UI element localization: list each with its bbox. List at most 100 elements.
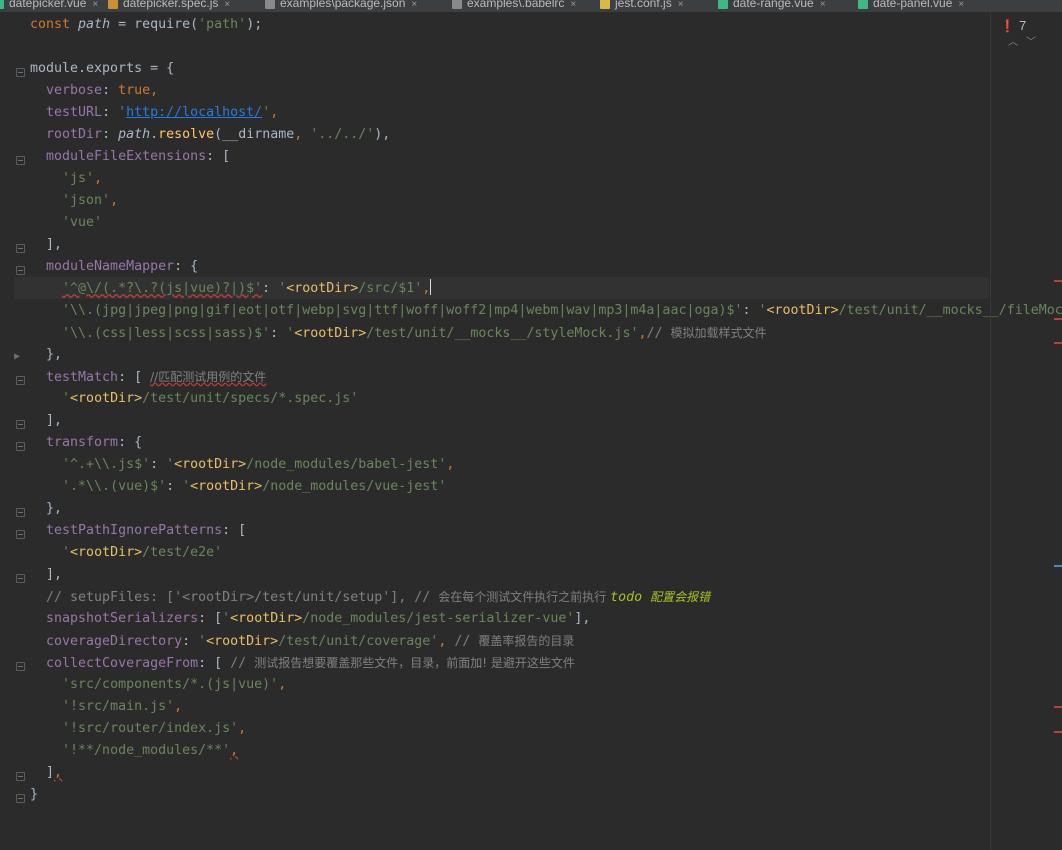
inspection-widget[interactable]: ❗ 7︿ ﹀ [1000,18,1062,48]
code-token: /test/unit/coverage' [278,634,439,649]
code-line: '.*\\.(vue)$': '<rootDir>/node_modules/v… [30,476,446,498]
fold-marker-icon[interactable] [16,68,25,77]
code-line: '\\.(css|less|scss|sass)$': '<rootDir>/t… [30,322,766,344]
config-file-icon [452,0,462,9]
code-token: const [30,17,79,32]
fold-marker-icon[interactable] [16,376,25,385]
code-token: 'vue' [62,215,103,230]
code-line: }, [30,498,62,520]
code-token: : [ [118,370,151,385]
code-token: ], [30,567,63,582]
code-token: , [270,105,279,120]
close-icon[interactable]: × [678,0,684,10]
scrollbar-error-mark[interactable] [1054,318,1062,320]
code-token: <rootDir> [190,479,263,494]
code-token: : [150,457,167,472]
close-icon[interactable]: × [411,0,417,10]
code-line: '!src/main.js', [30,696,182,718]
code-token: '!src/router/index.js' [62,721,239,736]
code-token: '../../' [310,127,375,142]
code-token: snapshotSerializers [46,611,199,626]
close-icon[interactable]: × [570,0,576,10]
close-icon[interactable]: × [92,0,98,10]
tab-label: date-range.vue [733,0,814,10]
fold-marker-icon[interactable] [16,794,25,803]
code-token: : [102,105,119,120]
tab-5[interactable]: date-range.vue × [718,0,826,12]
tab-0[interactable]: datepicker.vue × [0,0,98,12]
code-token: 'path' [198,17,247,32]
code-token: ' [182,479,191,494]
code-token: ], [574,611,591,626]
fold-marker-icon[interactable] [16,244,25,253]
scrollbar-error-mark[interactable] [1054,342,1062,344]
code-token: //匹配测试用例的文件 [150,370,267,384]
code-token: : [ [198,611,223,626]
code-token: ' [198,634,207,649]
code-token: <rootDir> [174,457,247,472]
code-token: ); [246,17,263,32]
scrollbar-error-mark[interactable] [1054,706,1062,708]
code-line: '^.+\\.js$': '<rootDir>/node_modules/bab… [30,454,454,476]
code-token: 会在每个测试文件执行之前执行 [438,590,611,604]
tab-3[interactable]: examples\.babelrc × [452,0,576,12]
fold-marker-icon[interactable] [16,156,25,165]
code-line: '<rootDir>/test/e2e' [30,542,222,564]
code-token: module.exports = { [30,61,175,76]
fold-marker-icon[interactable] [16,662,25,671]
code-token: , [150,83,159,98]
scrollbar-info-mark[interactable] [1054,565,1062,567]
tab-1[interactable]: datepicker.spec.js × [108,0,230,12]
fold-marker-icon[interactable] [16,420,25,429]
code-line: transform: { [30,432,142,454]
scrollbar-error-mark[interactable] [1054,280,1062,282]
tab-4[interactable]: jest.conf.js × [600,0,684,12]
tab-6[interactable]: date-panel.vue × [858,0,964,12]
code-token: /node_modules/jest-serializer-vue' [302,611,575,626]
close-icon[interactable]: × [224,0,230,10]
fold-marker-icon[interactable] [16,574,25,583]
fold-marker-icon[interactable] [16,266,25,275]
code-token: testURL [46,105,103,120]
code-token: '^.+\\.js$' [62,457,151,472]
fold-marker-icon[interactable] [16,530,25,539]
fold-marker-icon[interactable] [16,442,25,451]
close-icon[interactable]: × [958,0,964,10]
fold-marker-icon[interactable] [16,772,25,781]
code-token: : [262,281,279,296]
code-token: } [30,787,39,802]
code-token: '.*\\.(vue)$' [62,479,167,494]
fold-marker-icon[interactable] [16,508,25,517]
code-token: ), [374,127,391,142]
code-token: moduleFileExtensions [46,149,207,164]
tab-label: examples\.babelrc [467,0,565,10]
chevron-up-icon[interactable]: ︿ [1008,37,1018,48]
code-token: '!**/node_modules/**' [62,743,231,758]
gutter-arrow-icon[interactable]: ▶ [14,351,20,362]
code-token: // setupFiles: ['<rootDir>/test/unit/set… [30,590,439,605]
tab-2[interactable]: examples\package.json × [265,0,417,12]
code-token: ' [758,303,767,318]
error-icon: ❗ [1000,19,1015,33]
chevron-down-icon[interactable]: ﹀ [1026,37,1036,48]
code-token: ] [30,765,55,780]
code-token: testMatch [46,370,119,385]
code-token: <rootDir> [70,391,143,406]
code-token: , [278,677,287,692]
scrollbar-error-mark[interactable] [1054,731,1062,733]
code-token: moduleNameMapper [46,259,175,274]
close-icon[interactable]: × [820,0,826,10]
code-token: <rootDir> [230,611,303,626]
